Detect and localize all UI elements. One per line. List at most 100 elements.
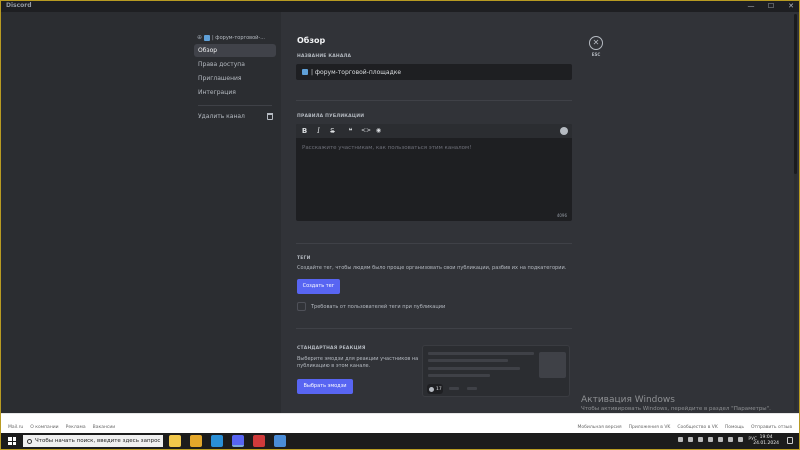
channel-header: ⊕ | форум-торговой-... [194,32,276,43]
footer-link[interactable]: Приложения в VK [629,425,671,430]
section-divider [296,100,572,101]
preview-line [428,352,534,355]
section-divider [296,328,572,329]
footer-link[interactable]: Мобильная версия [578,425,622,430]
footer-left-links: Mail.ru О компании Реклама Вакансии [8,425,115,430]
rules-label: ПРАВИЛА ПУБЛИКАЦИИ [297,114,365,119]
channel-name-label: НАЗВАНИЕ КАНАЛА [297,54,352,59]
footer-link[interactable]: Отправить отзыв [751,425,792,430]
strikethrough-icon[interactable]: S [329,124,336,138]
forum-channel-icon: ⊕ [197,34,203,41]
taskbar-search-placeholder: Чтобы начать поиск, введите здесь запрос [35,438,161,444]
maximize-icon[interactable]: ☐ [767,1,775,12]
taskbar-search-input[interactable]: Чтобы начать поиск, введите здесь запрос [23,435,163,447]
character-counter: 4096 [556,213,567,218]
app-icon[interactable] [274,435,286,447]
default-reaction-description-1: Выберите эмодзи для реакции участников н… [297,356,419,362]
default-reaction-label: СТАНДАРТНАЯ РЕАКЦИЯ [297,346,366,351]
rules-placeholder: Расскажите участникам, как пользоваться … [302,145,472,151]
activation-subtitle: Чтобы активировать Windows, перейдите в … [581,406,771,412]
emoji-picker-icon[interactable] [560,127,568,135]
tray-icon[interactable] [688,437,694,442]
settings-sidebar: ⊕ | форум-торговой-... Обзор Права досту… [1,12,281,413]
quote-icon[interactable]: ❝ [347,124,354,138]
reaction-emoji-icon [429,386,434,392]
editor-toolbar: B I S ❝ <> ◉ [296,124,572,138]
require-tags-label: Требовать от пользователей теги при публ… [311,303,446,310]
preview-reaction: 17 [427,384,443,394]
preview-image-placeholder [539,352,566,378]
rules-editor[interactable]: B I S ❝ <> ◉ Расскажите участникам, как … [296,124,572,221]
volume-icon[interactable] [738,437,744,442]
channel-header-label: | форум-торговой-... [212,34,266,41]
file-explorer-icon[interactable] [169,435,181,447]
spoiler-icon[interactable]: ◉ [375,124,382,138]
require-tags-row[interactable]: Требовать от пользователей теги при публ… [297,302,445,311]
settings-nav: ⊕ | форум-торговой-... Обзор Права досту… [194,32,276,123]
tray-icon[interactable] [678,437,684,442]
footer-right-links: Мобильная версия Приложения в VK Сообщес… [578,425,792,430]
app-title: Discord [6,2,32,9]
preview-line [467,387,477,390]
require-tags-checkbox[interactable] [297,302,306,311]
footer-link[interactable]: Сообщество в VK [677,425,717,430]
minimize-icon[interactable]: — [747,1,755,12]
system-tray: РУС [678,437,757,442]
footer-link[interactable]: Mail.ru [8,425,23,430]
section-divider [296,243,572,244]
scrollbar-thumb[interactable] [794,14,797,174]
bold-icon[interactable]: B [301,124,308,138]
channel-emoji-icon [204,34,211,41]
page-title: Обзор [297,36,326,45]
esc-label: ESC [591,52,601,57]
screen: Discord — ☐ ✕ ⊕ | форум-торговой-... Обз… [0,0,800,450]
close-circle-icon[interactable]: ✕ [589,36,603,50]
tags-description: Создайте тег, чтобы людям было проще орг… [297,265,567,271]
taskbar-clock[interactable]: 19:04 24.01.2024 [753,435,779,447]
sidebar-item-delete-channel[interactable]: Удалить канал [194,110,276,123]
preview-line [428,359,508,362]
delete-channel-label: Удалить канал [198,113,245,120]
close-icon[interactable]: ✕ [787,1,795,12]
browser-footer: Mail.ru О компании Реклама Вакансии Моби… [1,413,799,433]
footer-link[interactable]: О компании [30,425,58,430]
sidebar-item-invites[interactable]: Приглашения [194,72,276,85]
channel-emoji-icon [302,69,308,75]
taskbar-apps [169,435,286,447]
settings-content: Обзор ✕ ESC НАЗВАНИЕ КАНАЛА | форум-торг… [281,12,799,413]
title-bar: Discord — ☐ ✕ [1,1,799,12]
default-reaction-description-2: публикацию в этом канале. [297,363,371,369]
windows-taskbar: Чтобы начать поиск, введите здесь запрос… [1,433,799,449]
chrome-icon[interactable] [190,435,202,447]
notifications-icon[interactable] [787,437,793,444]
preview-line [428,374,490,377]
window-controls: — ☐ ✕ [747,1,795,12]
preview-line [449,387,459,390]
tray-icon[interactable] [718,437,724,442]
trash-icon [267,113,273,120]
sidebar-item-integrations[interactable]: Интеграция [194,86,276,99]
activation-title: Активация Windows [581,395,675,405]
footer-link[interactable]: Реклама [66,425,86,430]
choose-emoji-button[interactable]: Выбрать эмодзи [297,379,353,394]
esc-close[interactable]: ✕ ESC [588,36,604,57]
tray-icon[interactable] [708,437,714,442]
windows-activation-watermark: Активация Windows Чтобы активировать Win… [581,395,771,412]
wifi-icon[interactable] [728,437,734,442]
edge-icon[interactable] [211,435,223,447]
tray-icon[interactable] [698,437,704,442]
preview-line [428,367,520,370]
create-tag-button[interactable]: Создать тег [297,279,340,294]
footer-link[interactable]: Вакансии [93,425,116,430]
discord-icon[interactable] [232,435,244,447]
code-icon[interactable]: <> [361,124,371,138]
reaction-preview-card: 17 [422,345,570,397]
app-icon[interactable] [253,435,265,447]
italic-icon[interactable]: I [315,124,322,138]
channel-name-input[interactable]: | форум-торговой-площадке [296,64,572,80]
sidebar-item-permissions[interactable]: Права доступа [194,58,276,71]
sidebar-divider [198,105,272,106]
sidebar-item-overview[interactable]: Обзор [194,44,276,57]
windows-start-icon[interactable] [8,437,16,445]
footer-link[interactable]: Помощь [725,425,744,430]
